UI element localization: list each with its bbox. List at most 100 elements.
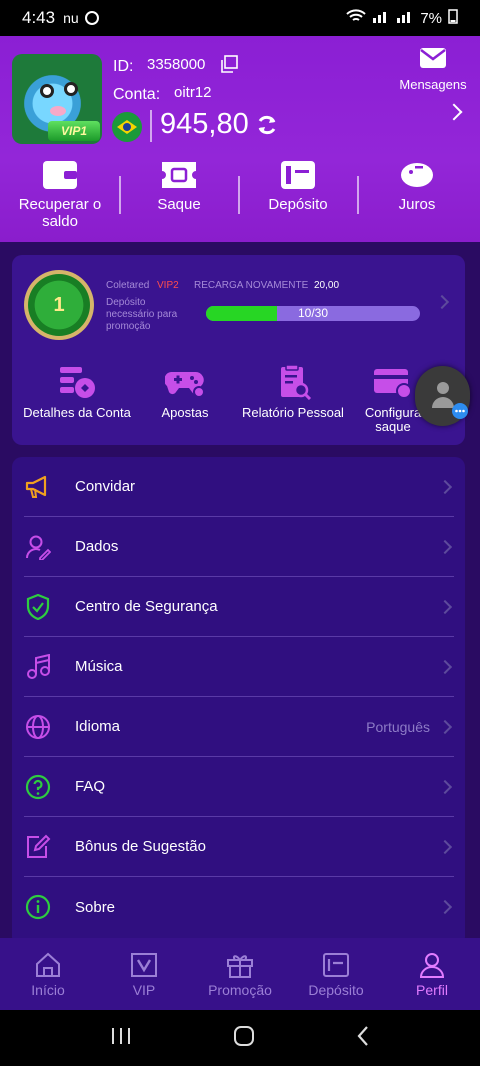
vip-level-badge: VIP1 xyxy=(48,121,100,141)
copy-icon[interactable] xyxy=(220,55,238,78)
nav-vip[interactable]: VIP xyxy=(96,938,192,1010)
menu-item-music[interactable]: Música xyxy=(24,637,454,697)
chat-bubble-icon xyxy=(451,402,469,425)
avatar-eye-right xyxy=(64,82,78,96)
nav-deposit[interactable]: Depósito xyxy=(288,938,384,1010)
quick-action-label: Saque xyxy=(157,196,201,213)
megaphone-icon xyxy=(24,473,52,501)
menu-item-data[interactable]: Dados xyxy=(24,517,454,577)
menu-item-label: Convidar xyxy=(75,478,136,495)
next-vip-label: VIP2 xyxy=(157,280,179,291)
feature-label: Relatório Pessoal xyxy=(242,405,344,420)
edit-icon xyxy=(24,833,52,861)
menu-item-label: Sobre xyxy=(75,898,116,916)
vip-progress-bar: 10/30 xyxy=(206,306,420,321)
floating-support-button[interactable] xyxy=(415,366,470,426)
system-navigation-bar xyxy=(0,1010,480,1066)
user-edit-icon xyxy=(24,533,52,561)
gift-icon xyxy=(226,952,254,978)
deposit-card-icon xyxy=(280,160,316,190)
quick-action-label: Juros xyxy=(398,196,436,213)
withdraw-settings-icon xyxy=(373,364,413,400)
shield-icon xyxy=(24,593,52,621)
globe-icon xyxy=(24,713,52,741)
menu-item-about[interactable]: Sobre xyxy=(24,877,454,937)
menu-item-label: Centro de Segurança xyxy=(75,598,218,615)
menu-item-invite[interactable]: Convidar xyxy=(24,457,454,517)
signal-icon-2 xyxy=(396,9,414,27)
nav-label: Início xyxy=(31,982,65,998)
home-button-icon[interactable] xyxy=(233,1025,255,1052)
messages-button[interactable]: Mensagens xyxy=(398,44,468,92)
question-icon xyxy=(24,773,52,801)
chevron-right-icon xyxy=(437,779,453,794)
signal-icon xyxy=(372,9,390,27)
profile-icon xyxy=(418,952,446,978)
avatar-eye-left xyxy=(40,84,54,98)
feature-label: Apostas xyxy=(161,405,209,420)
battery-icon xyxy=(448,8,458,28)
menu-item-suggestion-bonus[interactable]: Bônus de Sugestão xyxy=(24,817,454,877)
chevron-right-icon xyxy=(437,659,453,674)
nav-label: Promoção xyxy=(208,982,272,998)
refresh-icon[interactable] xyxy=(256,114,278,141)
chevron-right-icon xyxy=(437,719,453,734)
envelope-icon xyxy=(419,48,447,74)
balance-amount: 945,80 xyxy=(160,108,249,140)
feature-account-details[interactable]: Detalhes da Conta xyxy=(22,364,132,420)
menu-item-label: Idioma xyxy=(75,718,121,735)
menu-item-label: Bônus de Sugestão xyxy=(75,838,206,855)
menu-item-security-center[interactable]: Centro de Segurança xyxy=(24,577,454,637)
recent-apps-icon[interactable] xyxy=(110,1026,132,1051)
wallet-icon xyxy=(42,160,78,190)
avatar-mouth xyxy=(50,106,66,116)
wifi-icon xyxy=(346,8,367,28)
deposit-icon xyxy=(322,952,350,978)
vip-medal-icon: 1 xyxy=(24,270,94,340)
vip-progress-text: 10/30 xyxy=(297,306,329,320)
feature-personal-report[interactable]: Relatório Pessoal xyxy=(238,364,348,420)
home-icon xyxy=(34,952,62,978)
ticket-icon xyxy=(161,160,197,190)
quick-action-withdraw[interactable]: Saque xyxy=(119,160,239,213)
menu-item-label: Dados xyxy=(75,538,119,555)
brazil-flag-icon xyxy=(112,112,142,142)
nav-profile[interactable]: Perfil xyxy=(384,938,480,1010)
nav-label: VIP xyxy=(132,982,156,998)
status-time: 4:43 xyxy=(22,8,56,27)
quick-action-label: Depósito xyxy=(268,196,328,213)
menu-item-language[interactable]: Idioma Português xyxy=(24,697,454,757)
quick-action-label: Recuperar o saldo xyxy=(18,196,102,230)
vip-icon xyxy=(130,952,158,978)
collected-label: Coletared xyxy=(106,280,150,291)
report-icon xyxy=(273,364,313,401)
info-icon xyxy=(24,893,52,921)
quick-action-deposit[interactable]: Depósito xyxy=(238,160,358,213)
nav-home[interactable]: Início xyxy=(0,938,96,1010)
recharge-value: 20,00 xyxy=(314,280,340,291)
battery-percent: 7% xyxy=(420,9,442,27)
quick-action-interest[interactable]: Juros xyxy=(357,160,477,213)
menu-item-faq[interactable]: FAQ xyxy=(24,757,454,817)
quick-action-recover-balance[interactable]: Recuperar o saldo xyxy=(0,160,120,230)
deposit-note: Depósito necessário para promoção xyxy=(106,297,178,332)
nav-promotion[interactable]: Promoção xyxy=(192,938,288,1010)
account-label: Conta: xyxy=(113,86,161,103)
music-icon xyxy=(24,653,52,681)
piggy-bank-icon xyxy=(399,160,435,190)
menu-item-label: Música xyxy=(75,658,123,675)
nav-label: Depósito xyxy=(308,982,364,998)
status-bar: 4:43 nu 7% xyxy=(0,0,480,36)
gamepad-icon xyxy=(164,364,205,400)
id-label: ID: xyxy=(113,58,134,75)
feature-label: Detalhes da Conta xyxy=(23,405,131,420)
feature-bets[interactable]: Apostas xyxy=(130,364,240,420)
messages-label: Mensagens xyxy=(399,77,467,92)
account-details-icon xyxy=(57,364,97,400)
back-icon[interactable] xyxy=(356,1025,370,1052)
vip-medal-level: 1 xyxy=(28,274,90,336)
chrome-icon xyxy=(84,11,99,25)
status-left-icons: nu xyxy=(63,10,79,26)
chevron-right-icon xyxy=(437,599,453,614)
nav-label: Perfil xyxy=(416,982,448,998)
